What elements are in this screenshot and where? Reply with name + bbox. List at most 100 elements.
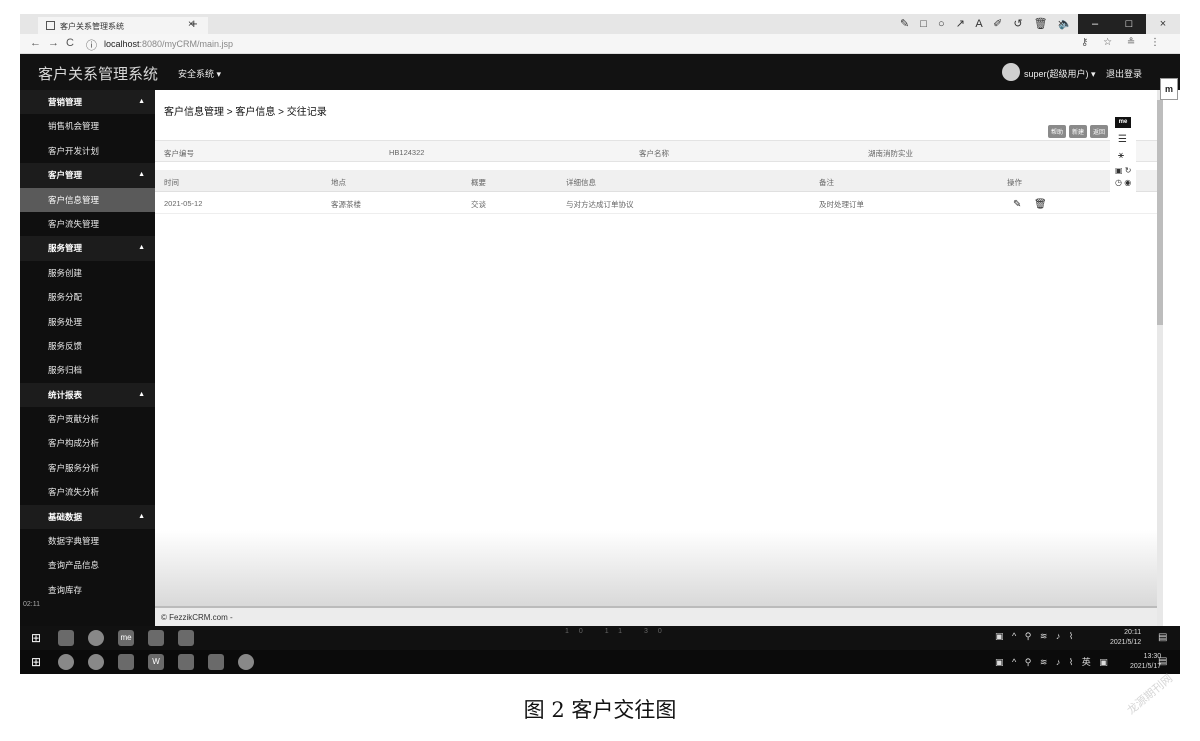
url-field[interactable]: localhost:8080/myCRM/main.jsp — [104, 39, 233, 49]
table-header: 时间 地点 概要 详细信息 备注 操作 — [155, 170, 1157, 192]
col-header-operation: 操作 — [1007, 178, 1022, 187]
cell-remark: 及时处理订单 — [819, 200, 864, 209]
clock-date: 2021/5/12 — [1110, 639, 1142, 646]
sidebar-group-header[interactable]: 客户管理 ▲ — [20, 163, 155, 188]
forward-icon[interactable]: → — [48, 37, 59, 49]
customer-no-label: 客户编号 — [164, 149, 194, 158]
url-host: localhost — [104, 39, 140, 49]
close-icon[interactable]: × — [1044, 14, 1078, 34]
sidebar-item[interactable]: 服务分配 — [20, 285, 155, 309]
vertical-scrollbar[interactable] — [1157, 90, 1163, 626]
sidebar-item[interactable]: 客户信息管理 — [20, 187, 155, 212]
user-menu-dropdown[interactable]: super(超级用户) ▾ — [1024, 67, 1096, 80]
sidebar-item-label: 客户信息管理 — [48, 194, 100, 205]
caret-up-icon: ▲ — [138, 98, 145, 105]
browser-tab[interactable]: 客户关系管理系统 × — [38, 17, 208, 34]
menu-icon[interactable]: ☰ — [1118, 134, 1127, 145]
back-icon[interactable]: ← — [30, 37, 41, 49]
new-button[interactable]: 新建 — [1069, 125, 1088, 138]
sidebar-item-label: 服务创建 — [48, 267, 83, 278]
clock-date: 2021/5/17 — [1130, 663, 1162, 670]
logout-link[interactable]: 退出登录 — [1106, 67, 1142, 80]
address-bar: ← → C ⓘ localhost:8080/myCRM/main.jsp ⚷ … — [20, 34, 1180, 54]
sidebar-item[interactable]: 服务处理 — [20, 310, 155, 334]
wechat-icon[interactable] — [178, 654, 194, 670]
taskbar-clock[interactable]: 20:11 2021/5/12 — [1110, 628, 1141, 648]
sidebar-item[interactable]: 销售机会管理 — [20, 114, 155, 138]
customer-name-value: 湖南消防实业 — [868, 149, 913, 158]
delete-icon[interactable]: 🗑 — [1034, 199, 1047, 210]
taskbar-clock[interactable]: 13:30 2021/5/17 — [1130, 652, 1161, 672]
sidebar-item[interactable]: 服务归档 — [20, 358, 155, 382]
scrollbar-thumb[interactable] — [1157, 100, 1163, 325]
screenshot-icon[interactable]: ▣ ↻ — [1115, 166, 1131, 175]
address-bar-actions[interactable]: ⚷ ☆ ≗ ⋮ — [1081, 37, 1166, 48]
extension-tag[interactable]: m — [1160, 78, 1178, 100]
sidebar-item-label: 客户开发计划 — [48, 145, 100, 156]
notification-icon[interactable]: ▤ — [1158, 656, 1167, 667]
clock-time: 13:30 — [1143, 653, 1162, 660]
eye-icon[interactable]: ◷ ◉ — [1115, 178, 1131, 187]
sidebar-item[interactable]: 服务创建 — [20, 261, 155, 285]
customer-info-row: 客户编号 HB124322 客户名称 湖南消防实业 — [155, 140, 1157, 162]
sidebar-group-header[interactable]: 统计报表 ▲ — [20, 382, 155, 408]
toolbar-logo[interactable]: me — [1115, 117, 1131, 128]
breadcrumb: 客户信息管理 > 客户信息 > 交往记录 — [164, 107, 327, 118]
sidebar-group-header[interactable]: 基础数据 ▲ — [20, 504, 155, 530]
app-icon[interactable] — [238, 654, 254, 670]
app-icon[interactable] — [58, 654, 74, 670]
cell-place: 客源茶楼 — [331, 200, 361, 209]
me-icon[interactable]: me — [118, 630, 134, 646]
app-icon[interactable] — [118, 654, 134, 670]
window-close-button[interactable]: × — [1146, 14, 1180, 34]
sidebar-item[interactable]: 客户流失管理 — [20, 212, 155, 236]
back-button[interactable]: 返回 — [1090, 125, 1109, 138]
sidebar-group-header[interactable]: 营销管理 ▲ — [20, 90, 155, 115]
system-tray[interactable]: ▣ ^ ⚲ ≋ ♪ ⌇ — [995, 631, 1076, 642]
minimize-button[interactable]: – — [1078, 14, 1112, 34]
clock-time: 20:11 — [1124, 629, 1142, 636]
sidebar-item[interactable]: 客户开发计划 — [20, 139, 155, 163]
cell-detail: 与对方达成订单协议 — [566, 200, 634, 209]
reload-icon[interactable]: C — [66, 37, 74, 49]
sidebar-group-header[interactable]: 服务管理 ▲ — [20, 236, 155, 261]
magic-wand-icon[interactable]: ⚹ — [1118, 150, 1124, 161]
maximize-button[interactable]: □ — [1112, 14, 1146, 34]
system-menu-dropdown[interactable]: 安全系统 ▾ — [178, 67, 221, 80]
caret-up-icon: ▲ — [138, 244, 145, 252]
new-tab-button[interactable]: + — [190, 16, 198, 31]
site-info-icon[interactable]: ⓘ — [86, 37, 97, 53]
notification-icon[interactable]: ▤ — [1158, 632, 1167, 643]
sidebar-item[interactable]: 服务反馈 — [20, 334, 155, 358]
edge-icon[interactable] — [88, 654, 104, 670]
start-icon[interactable]: ⊞ — [28, 654, 44, 670]
screenshot: 客户关系管理系统 × + ✎ □ ○ ↗ A ✐ ↺ 🗑 🔈 🎙 × – □ ×… — [20, 14, 1180, 674]
app-icon[interactable] — [148, 630, 164, 646]
sidebar-item-label: 服务分配 — [48, 292, 83, 303]
sidebar-item[interactable]: 客户流失分析 — [20, 480, 155, 504]
customer-name-label: 客户名称 — [639, 149, 669, 158]
app-title: 客户关系管理系统 — [38, 66, 159, 83]
sidebar-item-label: 客户流失管理 — [48, 218, 100, 229]
sidebar-item-label: 查询库存 — [48, 584, 83, 595]
app-icon[interactable] — [178, 630, 194, 646]
browser-tab-bar: 客户关系管理系统 × + ✎ □ ○ ↗ A ✐ ↺ 🗑 🔈 🎙 × – □ × — [20, 14, 1180, 34]
start-icon[interactable]: ⊞ — [28, 630, 44, 646]
favicon-icon — [46, 21, 55, 30]
app-icon[interactable] — [208, 654, 224, 670]
word-icon[interactable]: W — [148, 654, 164, 670]
sidebar-item[interactable]: 数据字典管理 — [20, 529, 155, 553]
system-tray[interactable]: ▣ ^ ⚲ ≋ ♪ ⌇ 英 ▣ — [995, 655, 1111, 668]
sidebar-item[interactable]: 客户贡献分析 — [20, 407, 155, 431]
sidebar-item[interactable]: 客户构成分析 — [20, 431, 155, 455]
sidebar-item[interactable]: 客户服务分析 — [20, 456, 155, 480]
edge-icon[interactable] — [88, 630, 104, 646]
ime-indicator[interactable]: 英 — [1082, 657, 1094, 667]
app-icon[interactable] — [58, 630, 74, 646]
help-button[interactable]: 帮助 — [1048, 125, 1067, 138]
floating-annotation-toolbar: me ☰ ⚹ ▣ ↻ ◷ ◉ — [1110, 114, 1136, 194]
sidebar: 营销管理 ▲ 销售机会管理客户开发计划客户管理 ▲ 客户信息管理 客户流失管理服务管理 ▲ 服… — [20, 90, 155, 626]
edit-icon[interactable]: ✎ — [1013, 199, 1021, 210]
sidebar-item[interactable]: 查询产品信息 — [20, 553, 155, 577]
avatar[interactable] — [1002, 63, 1020, 81]
